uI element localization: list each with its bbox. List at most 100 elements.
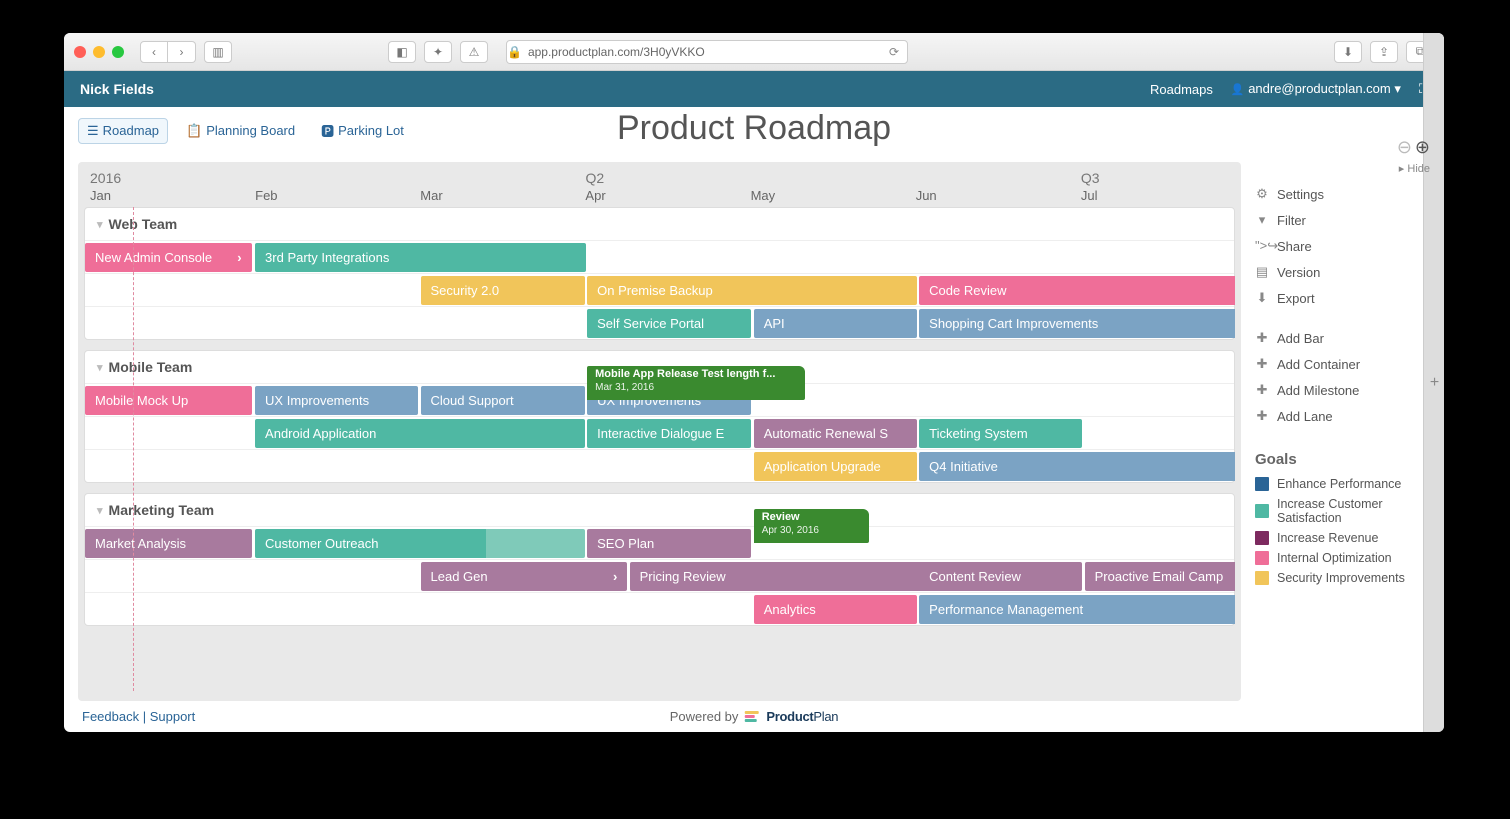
roadmap-bar[interactable]: Market Analysis [85,529,252,558]
roadmap-bar[interactable]: Code Review [919,276,1235,305]
browser-chrome: ‹ › ▥ ◧ ✦ ⚠ 🔒 app.productplan.com/3H0yVK… [64,33,1444,71]
goal-legend-item[interactable]: Increase Revenue [1255,528,1430,548]
roadmap-bar[interactable]: Analytics [754,595,917,624]
roadmap-bar[interactable]: Interactive Dialogue E [587,419,751,448]
window-traffic-lights[interactable] [74,46,124,58]
lane-header[interactable]: ▾ Marketing Team [85,494,1234,526]
roadmap-bar[interactable]: Customer Outreach [255,529,585,558]
legend-swatch [1255,531,1269,545]
bar-label: Customer Outreach [265,536,378,551]
legend-swatch [1255,551,1269,565]
roadmap-bar[interactable]: Shopping Cart Improvements [919,309,1235,338]
reload-icon[interactable]: ⟳ [889,45,907,59]
plugin-icon[interactable]: ◧ [388,41,416,63]
sidebar-hide-button[interactable]: ▸ Hide [1255,162,1430,175]
roadmap-bar[interactable]: Performance Management [919,595,1235,624]
share-icon[interactable]: ⇪ [1370,41,1398,63]
sidebar-add-container[interactable]: ✚Add Container [1255,351,1430,377]
roadmap-bar[interactable]: Self Service Portal [587,309,751,338]
sidebar-share[interactable]: ">↪Share [1255,233,1430,259]
goal-label: Increase Customer Satisfaction [1277,497,1430,525]
sidebar-add-lane[interactable]: ✚Add Lane [1255,403,1430,429]
version-icon: ▤ [1255,264,1269,280]
goal-label: Increase Revenue [1277,531,1378,545]
chevron-down-icon: ▾ [97,361,103,374]
milestone-date: Apr 30, 2016 [762,525,819,536]
chevron-down-icon: ▾ [97,504,103,517]
goal-legend-item[interactable]: Security Improvements [1255,568,1430,588]
roadmap-bar[interactable]: Content Review [919,562,1082,591]
milestone[interactable]: Mobile App Release Test length f...Mar 3… [587,366,805,400]
lane-title: Marketing Team [109,502,215,518]
sidebar-filter[interactable]: ▾Filter [1255,207,1430,233]
nav-roadmaps[interactable]: Roadmaps [1150,82,1213,97]
roadmap-bar[interactable]: SEO Plan [587,529,751,558]
zoom-in-icon[interactable]: ⊕ [1415,137,1430,158]
sidebar-add-bar[interactable]: ✚Add Bar [1255,325,1430,351]
roadmap-bar[interactable]: Application Upgrade [754,452,917,481]
zoom-window-icon[interactable] [112,46,124,58]
bar-label: Cloud Support [431,393,514,408]
bar-label: SEO Plan [597,536,654,551]
back-button[interactable]: ‹ [140,41,168,63]
roadmap-bar[interactable]: 3rd Party Integrations [255,243,586,272]
roadmap-bar[interactable]: On Premise Backup [587,276,917,305]
sidebar-settings[interactable]: ⚙Settings [1255,181,1430,207]
roadmap-bar[interactable]: Proactive Email Camp [1085,562,1235,591]
bar-label: Performance Management [929,602,1083,617]
footer-support-link[interactable]: Support [150,709,196,724]
roadmap-bar[interactable]: Android Application [255,419,585,448]
roadmap-bar[interactable]: Ticketing System [919,419,1082,448]
bar-label: Mobile Mock Up [95,393,188,408]
roadmap-timeline: 2016 Q2 Q3 JanFebMarAprMayJunJul ▾Web Te… [78,162,1241,701]
account-menu[interactable]: andre@productplan.com ▾ [1231,81,1401,97]
milestone-title: Mobile App Release Test length f... [595,368,797,381]
roadmap-bar[interactable]: Mobile Mock Up [85,386,252,415]
sidebar-version[interactable]: ▤Version [1255,259,1430,285]
tab-roadmap[interactable]: ☰ Roadmap [78,118,168,144]
lane: ▾Mobile TeamMobile App Release Test leng… [84,350,1235,483]
bar-label: Self Service Portal [597,316,704,331]
sidebar-add-milestone[interactable]: ✚Add Milestone [1255,377,1430,403]
roadmap-bar[interactable]: New Admin Console› [85,243,252,272]
nav-back-forward[interactable]: ‹ › [140,41,196,63]
lane-row: Security 2.0On Premise BackupCode Review [85,273,1234,306]
timeline-q3: Q3 [1081,170,1100,186]
goal-legend-item[interactable]: Internal Optimization [1255,548,1430,568]
wand-icon[interactable]: ✦ [424,41,452,63]
goal-legend-item[interactable]: Increase Customer Satisfaction [1255,494,1430,528]
url-bar[interactable]: 🔒 app.productplan.com/3H0yVKKO ⟳ [506,40,908,64]
forward-button[interactable]: › [168,41,196,63]
bar-label: UX Improvements [265,393,369,408]
download-icon[interactable]: ⬇ [1334,41,1362,63]
zoom-out-icon[interactable]: ⊖ [1397,137,1412,158]
bar-label: Analytics [764,602,816,617]
goal-label: Internal Optimization [1277,551,1392,565]
plus-icon: ✚ [1255,382,1269,398]
tab-planning-board[interactable]: 📋 Planning Board [178,119,303,143]
milestone[interactable]: ReviewApr 30, 2016 [754,509,869,543]
roadmap-bar[interactable]: API [754,309,917,338]
footer-feedback-link[interactable]: Feedback [82,709,139,724]
minimize-window-icon[interactable] [93,46,105,58]
roadmap-bar[interactable]: Lead Gen› [421,562,628,591]
roadmap-bar[interactable]: Security 2.0 [421,276,585,305]
roadmap-bar[interactable]: Cloud Support [421,386,585,415]
bar-label: Content Review [929,569,1021,584]
app-topbar: Nick Fields Roadmaps andre@productplan.c… [64,71,1444,107]
roadmap-bar[interactable]: UX Improvements [255,386,418,415]
sidebar-toggle-icon[interactable]: ▥ [204,41,232,63]
roadmap-bar[interactable]: Q4 Initiative [919,452,1235,481]
footer: Feedback | Support Powered by ProductPla… [78,701,1430,724]
roadmap-bar[interactable]: Automatic Renewal S [754,419,917,448]
lane-row: Lead Gen›Pricing ReviewContent ReviewPro… [85,559,1234,592]
bar-label: Interactive Dialogue E [597,426,724,441]
export-icon: ⬇ [1255,290,1269,306]
goal-legend-item[interactable]: Enhance Performance [1255,474,1430,494]
warning-icon[interactable]: ⚠ [460,41,488,63]
close-window-icon[interactable] [74,46,86,58]
sidebar-export[interactable]: ⬇Export [1255,285,1430,311]
lane-header[interactable]: ▾Web Team [85,208,1234,240]
powered-by: Powered by ProductPlan [670,709,839,724]
tab-parking-lot[interactable]: 🅿 Parking Lot [313,117,412,144]
